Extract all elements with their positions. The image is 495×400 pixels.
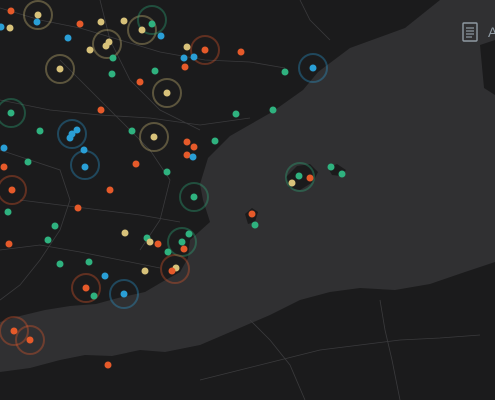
marker-point: [56, 65, 64, 73]
marker-point: [185, 230, 193, 238]
marker-point: [0, 163, 8, 171]
marker-point: [64, 34, 72, 42]
marker-point: [201, 46, 209, 54]
marker-point: [8, 186, 16, 194]
marker-point: [248, 210, 256, 218]
marker-point: [128, 127, 136, 135]
marker-point: [56, 260, 64, 268]
marker-point: [295, 172, 303, 180]
marker-point: [183, 138, 191, 146]
marker-point: [327, 163, 335, 171]
marker-point: [190, 143, 198, 151]
marker-point: [104, 361, 112, 369]
marker-point: [76, 20, 84, 28]
marker-point: [86, 46, 94, 54]
marker-point: [211, 137, 219, 145]
marker-point: [7, 109, 15, 117]
map-layer[interactable]: [0, 0, 495, 400]
marker-point: [4, 208, 12, 216]
legend-toggle-button[interactable]: [462, 22, 484, 44]
marker-point: [138, 26, 146, 34]
marker-point: [97, 18, 105, 26]
marker-point: [183, 43, 191, 51]
marker-point: [281, 68, 289, 76]
marker-point: [7, 7, 15, 15]
marker-point: [105, 38, 113, 46]
marker-point: [148, 20, 156, 28]
legend-label-fragment: A: [488, 24, 495, 40]
island-sardinia-edge: [480, 40, 495, 95]
marker-point: [309, 64, 317, 72]
marker-point: [180, 245, 188, 253]
land-layer: [0, 0, 495, 400]
marker-point: [97, 106, 105, 114]
marker-point: [189, 153, 197, 161]
marker-point: [163, 168, 171, 176]
marker-point: [51, 222, 59, 230]
marker-point: [251, 221, 259, 229]
marker-point: [154, 240, 162, 248]
marker-point: [108, 70, 116, 78]
marker-point: [44, 236, 52, 244]
marker-point: [106, 186, 114, 194]
map-canvas[interactable]: A: [0, 0, 495, 400]
marker-point: [34, 11, 42, 19]
marker-point: [120, 17, 128, 25]
marker-point: [157, 32, 165, 40]
marker-point: [190, 193, 198, 201]
marker-point: [150, 133, 158, 141]
marker-point: [237, 48, 245, 56]
marker-point: [10, 327, 18, 335]
marker-point: [136, 78, 144, 86]
marker-point: [74, 204, 82, 212]
marker-point: [73, 126, 81, 134]
marker-point: [306, 174, 314, 182]
marker-point: [180, 54, 188, 62]
marker-point: [163, 89, 171, 97]
marker-point: [181, 63, 189, 71]
landmass-europe: [0, 0, 440, 322]
marker-point: [81, 163, 89, 171]
marker-point: [24, 158, 32, 166]
marker-point: [66, 134, 74, 142]
marker-point: [120, 290, 128, 298]
marker-point: [269, 106, 277, 114]
marker-point: [85, 258, 93, 266]
marker-point: [164, 248, 172, 256]
marker-point: [121, 229, 129, 237]
marker-point: [90, 292, 98, 300]
marker-point: [132, 160, 140, 168]
marker-point: [178, 238, 186, 246]
marker-point: [109, 54, 117, 62]
marker-point: [33, 18, 41, 26]
marker-point: [288, 179, 296, 187]
marker-point: [151, 67, 159, 75]
marker-point: [26, 336, 34, 344]
marker-point: [80, 146, 88, 154]
marker-point: [338, 170, 346, 178]
marker-point: [232, 110, 240, 118]
marker-point: [146, 238, 154, 246]
marker-point: [0, 144, 8, 152]
marker-point: [101, 272, 109, 280]
marker-point: [183, 151, 191, 159]
marker-point: [6, 24, 14, 32]
marker-point: [141, 267, 149, 275]
marker-point: [5, 240, 13, 248]
marker-point: [36, 127, 44, 135]
marker-point: [168, 267, 176, 275]
marker-point: [190, 53, 198, 61]
marker-point: [82, 284, 90, 292]
